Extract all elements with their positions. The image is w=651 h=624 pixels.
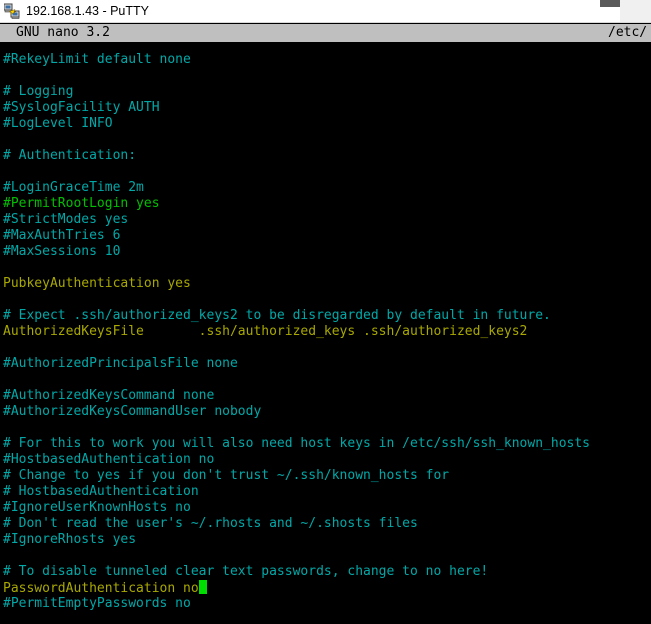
editor-line-text: #AuthorizedKeysCommandUser nobody	[3, 404, 262, 419]
editor-line[interactable]: #AuthorizedKeysCommand none	[3, 388, 651, 404]
editor-line-text: #LogLevel INFO	[3, 116, 113, 131]
editor-line[interactable]: #LogLevel INFO	[3, 116, 651, 132]
editor-line[interactable]: # To disable tunneled clear text passwor…	[3, 564, 651, 580]
editor-line[interactable]: # Change to yes if you don't trust ~/.ss…	[3, 468, 651, 484]
window-control-strip[interactable]	[600, 0, 620, 7]
editor-line-text: #MaxAuthTries 6	[3, 228, 121, 243]
window-title: 192.168.1.43 - PuTTY	[26, 4, 149, 18]
editor-line[interactable]: #StrictModes yes	[3, 212, 651, 228]
text-cursor	[198, 580, 207, 594]
editor-line[interactable]	[3, 292, 651, 308]
nano-version-label: GNU nano 3.2	[16, 25, 110, 40]
putty-window: 192.168.1.43 - PuTTY GNU nano 3.2 /etc/ …	[0, 0, 651, 624]
editor-line[interactable]: # Logging	[3, 84, 651, 100]
editor-line[interactable]	[3, 372, 651, 388]
editor-line-text: AuthorizedKeysFile .ssh/authorized_keys …	[3, 324, 528, 339]
editor-line-text: # HostbasedAuthentication	[3, 484, 199, 499]
editor-line[interactable]: #IgnoreRhosts yes	[3, 532, 651, 548]
editor-line[interactable]: AuthorizedKeysFile .ssh/authorized_keys …	[3, 324, 651, 340]
window-titlebar[interactable]: 192.168.1.43 - PuTTY	[0, 0, 651, 23]
editor-line[interactable]: #SyslogFacility AUTH	[3, 100, 651, 116]
editor-line-text: # Authentication:	[3, 148, 137, 163]
editor-line[interactable]: PubkeyAuthentication yes	[3, 276, 651, 292]
editor-line-text: #RekeyLimit default none	[3, 52, 191, 67]
editor-line-text: # Don't read the user's ~/.rhosts and ~/…	[3, 516, 418, 531]
editor-line-text: #IgnoreRhosts yes	[3, 532, 137, 547]
editor-line-text: # Expect .ssh/authorized_keys2 to be dis…	[3, 308, 551, 323]
editor-line-text: #StrictModes yes	[3, 212, 129, 227]
editor-line-text: #PermitRootLogin yes	[3, 196, 160, 211]
editor-line-text: #MaxSessions 10	[3, 244, 121, 259]
editor-line-text: # Change to yes if you don't trust ~/.ss…	[3, 468, 450, 483]
editor-line-text: #SyslogFacility AUTH	[3, 100, 160, 115]
editor-line[interactable]: #MaxAuthTries 6	[3, 228, 651, 244]
editor-line[interactable]: #RekeyLimit default none	[3, 52, 651, 68]
editor-line-text: #HostbasedAuthentication no	[3, 452, 215, 467]
editor-line-text: #AuthorizedPrincipalsFile none	[3, 356, 238, 371]
editor-line-text: #IgnoreUserKnownHosts no	[3, 500, 191, 515]
editor-line[interactable]: # HostbasedAuthentication	[3, 484, 651, 500]
editor-line-text: # Logging	[3, 84, 74, 99]
editor-line[interactable]: #PermitEmptyPasswords no	[3, 596, 651, 612]
editor-line[interactable]: #IgnoreUserKnownHosts no	[3, 500, 651, 516]
editor-line[interactable]: # Don't read the user's ~/.rhosts and ~/…	[3, 516, 651, 532]
nano-header-bar: GNU nano 3.2 /etc/	[0, 24, 651, 42]
editor-line-text: #LoginGraceTime 2m	[3, 180, 144, 195]
editor-line[interactable]	[3, 548, 651, 564]
editor-line[interactable]: #LoginGraceTime 2m	[3, 180, 651, 196]
nano-file-path: /etc/	[608, 25, 648, 40]
editor-line[interactable]	[3, 132, 651, 148]
editor-line[interactable]: # Expect .ssh/authorized_keys2 to be dis…	[3, 308, 651, 324]
window-controls-area[interactable]	[620, 0, 651, 22]
editor-line[interactable]	[3, 68, 651, 84]
editor-line[interactable]: #AuthorizedKeysCommandUser nobody	[3, 404, 651, 420]
editor-line[interactable]	[3, 420, 651, 436]
editor-line[interactable]	[3, 164, 651, 180]
putty-network-icon	[3, 3, 20, 19]
terminal-text-area[interactable]: #RekeyLimit default none # Logging #Syslog…	[0, 42, 651, 624]
editor-line[interactable]: # Authentication:	[3, 148, 651, 164]
editor-line[interactable]	[3, 260, 651, 276]
editor-line[interactable]: #MaxSessions 10	[3, 244, 651, 260]
editor-line[interactable]: #PermitRootLogin yes	[3, 196, 651, 212]
editor-line[interactable]	[3, 340, 651, 356]
editor-line-text: # For this to work you will also need ho…	[3, 436, 590, 451]
editor-line[interactable]: #AuthorizedPrincipalsFile none	[3, 356, 651, 372]
editor-line-text: #PermitEmptyPasswords no	[3, 596, 191, 611]
editor-line-text: PasswordAuthentication no	[3, 581, 199, 596]
editor-line-text: #AuthorizedKeysCommand none	[3, 388, 215, 403]
editor-line-text: # To disable tunneled clear text passwor…	[3, 564, 489, 579]
editor-line-text: PubkeyAuthentication yes	[3, 276, 191, 291]
editor-line[interactable]: #HostbasedAuthentication no	[3, 452, 651, 468]
editor-line[interactable]: # For this to work you will also need ho…	[3, 436, 651, 452]
editor-line[interactable]: PasswordAuthentication no	[3, 580, 651, 596]
